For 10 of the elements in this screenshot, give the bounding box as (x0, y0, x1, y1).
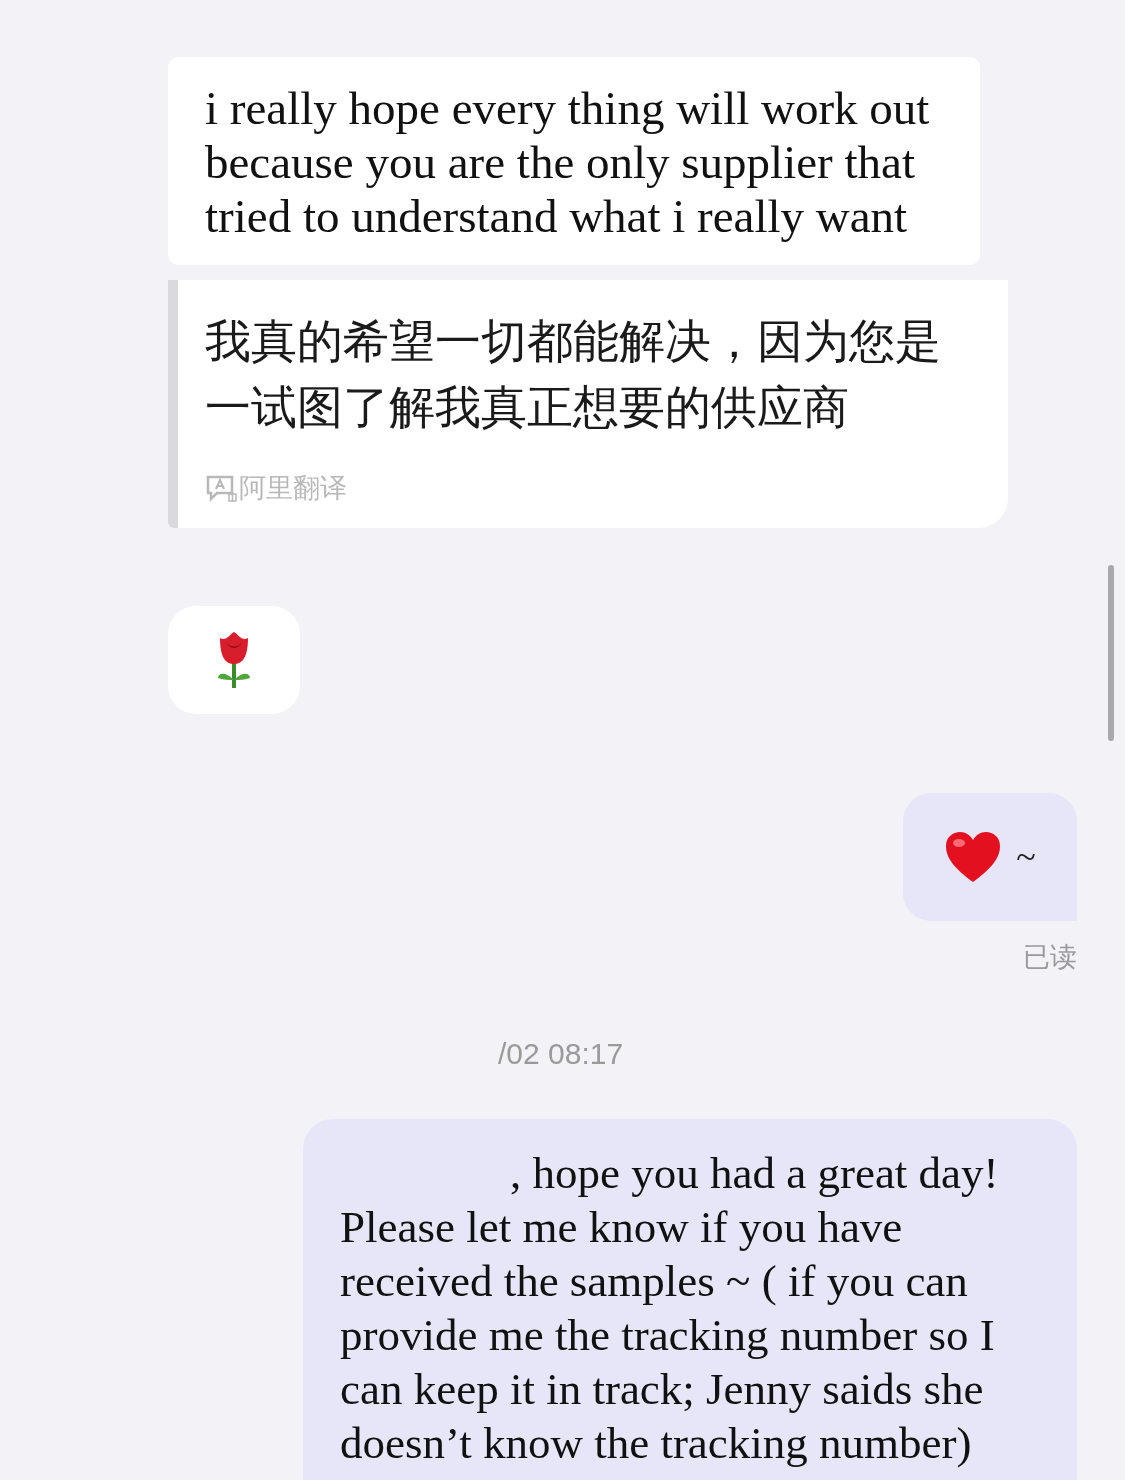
message-text: ~ (1016, 836, 1036, 878)
scrollbar-thumb[interactable] (1108, 565, 1114, 741)
timestamp: /02 08:17 (498, 1037, 624, 1071)
translated-text: 我真的希望一切都能解决，因为您是一试图了解我真正想要的供应商 (205, 313, 942, 436)
heart-icon (944, 830, 1003, 884)
read-status: 已读 (1023, 940, 1077, 974)
translate-icon (205, 474, 237, 502)
translation-source: 阿里翻译 (239, 471, 347, 505)
message-text: , hope you had a great day! Please let me know if you have received the samples ~ ( if you can provide me the tracking number so I can keep it in track; Jenny saids she doesn’t know the tracking number) (340, 1147, 1000, 1470)
message-text: i really hope every thing will work out because you are the only supplier that tried to understand what i really want (205, 81, 931, 243)
